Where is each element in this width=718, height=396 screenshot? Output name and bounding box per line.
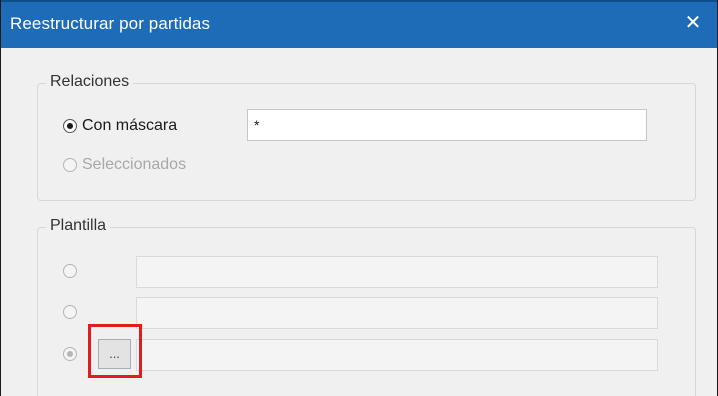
radio-button-plantilla-2[interactable]: [63, 305, 77, 319]
plantilla-field-3[interactable]: [136, 339, 658, 371]
dialog-window: Reestructurar por partidas ✕ Relaciones …: [0, 0, 718, 396]
mask-input[interactable]: [247, 109, 647, 141]
plantilla-legend: Plantilla: [46, 217, 111, 235]
radio-button-con-mascara[interactable]: [63, 119, 77, 133]
browse-button[interactable]: ...: [98, 339, 131, 369]
relaciones-legend: Relaciones: [46, 73, 134, 91]
plantilla-field-2[interactable]: [136, 297, 658, 329]
window-title: Reestructurar por partidas: [10, 14, 211, 33]
close-icon[interactable]: ✕: [681, 11, 705, 35]
title-bar[interactable]: Reestructurar por partidas ✕: [1, 0, 717, 48]
radio-button-seleccionados[interactable]: [63, 158, 77, 172]
radio-label-con-mascara: Con máscara: [82, 117, 178, 134]
radio-button-plantilla-1[interactable]: [63, 264, 77, 278]
plantilla-option-1[interactable]: [63, 264, 77, 278]
radio-con-mascara[interactable]: Con máscara: [63, 117, 177, 135]
radio-button-plantilla-3[interactable]: [63, 347, 77, 361]
plantilla-option-3[interactable]: [63, 347, 77, 361]
plantilla-field-1[interactable]: [136, 256, 658, 288]
relaciones-group: Relaciones: [37, 73, 696, 201]
radio-seleccionados[interactable]: Seleccionados: [63, 156, 186, 174]
radio-label-seleccionados: Seleccionados: [82, 156, 187, 173]
plantilla-option-2[interactable]: [63, 305, 77, 319]
